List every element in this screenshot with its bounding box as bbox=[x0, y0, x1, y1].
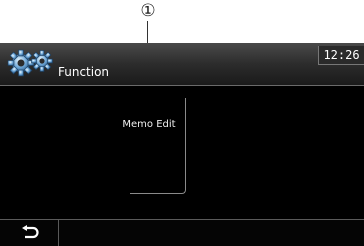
memo-edit-button[interactable]: Memo Edit bbox=[112, 98, 186, 194]
back-arrow-icon bbox=[22, 225, 39, 239]
callout-number: ① bbox=[140, 1, 156, 21]
clock-display: 12:26 bbox=[318, 46, 364, 65]
device-screen: Function 12:26 Memo Edit bbox=[0, 43, 364, 246]
header-title: Function bbox=[58, 65, 110, 79]
header-bar: Function 12:26 bbox=[0, 43, 364, 86]
gears-icon bbox=[7, 49, 53, 77]
memo-edit-label: Memo Edit bbox=[122, 119, 176, 130]
back-button[interactable] bbox=[0, 220, 59, 246]
button-frame bbox=[130, 98, 186, 194]
footer-bar bbox=[0, 219, 364, 246]
